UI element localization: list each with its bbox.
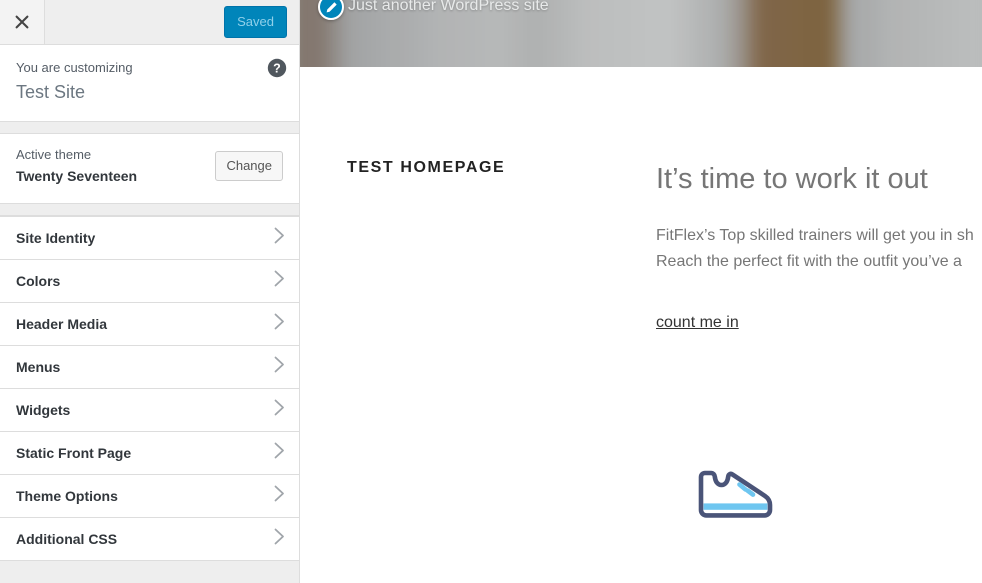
chevron-right-icon <box>274 485 285 507</box>
preview-panel-content: It’s time to work it out FitFlex’s Top s… <box>656 161 982 518</box>
customizer-section-list: Site Identity Colors Header Media Menus … <box>0 216 299 561</box>
save-button[interactable]: Saved <box>224 6 287 38</box>
preview-site-title: TEST HOMEPAGE <box>347 159 506 176</box>
sidebar-item-theme-options[interactable]: Theme Options <box>0 475 299 518</box>
customizing-site-name: Test Site <box>16 82 86 103</box>
sidebar-item-static-front-page[interactable]: Static Front Page <box>0 432 299 475</box>
customizer-screen: Saved You are customizing Test Site ? Ac… <box>0 0 982 583</box>
sidebar-item-widgets[interactable]: Widgets <box>0 389 299 432</box>
chevron-right-icon <box>274 528 285 550</box>
panel-heading: It’s time to work it out <box>656 163 928 195</box>
panel-paragraph-line-1: FitFlex’s Top skilled trainers will get … <box>656 226 974 244</box>
sidebar-item-label: Header Media <box>16 316 108 332</box>
sidebar-item-site-identity[interactable]: Site Identity <box>0 217 299 260</box>
chevron-right-icon <box>274 227 285 249</box>
sidebar-item-label: Site Identity <box>16 230 96 246</box>
chevron-right-icon <box>274 356 285 378</box>
panel-paragraph: FitFlex’s Top skilled trainers will get … <box>656 223 982 276</box>
panel-paragraph-line-2: Reach the perfect fit with the outfit yo… <box>656 253 962 271</box>
customizer-topbar: Saved <box>0 0 299 45</box>
sidebar-item-menus[interactable]: Menus <box>0 346 299 389</box>
count-me-in-link[interactable]: count me in <box>656 314 739 332</box>
preview-body: TEST HOMEPAGE It’s time to work it out F… <box>300 67 982 583</box>
site-preview-pane: Just another WordPress site TEST HOMEPAG… <box>300 0 982 583</box>
chevron-right-icon <box>274 442 285 464</box>
sidebar-item-colors[interactable]: Colors <box>0 260 299 303</box>
sidebar-item-additional-css[interactable]: Additional CSS <box>0 518 299 561</box>
customizer-sidebar: Saved You are customizing Test Site ? Ac… <box>0 0 300 583</box>
sidebar-item-label: Static Front Page <box>16 445 132 461</box>
customizing-info: You are customizing Test Site ? <box>0 45 299 122</box>
site-tagline: Just another WordPress site <box>348 0 549 14</box>
sneaker-shoe-icon <box>695 469 779 526</box>
customizing-eyebrow: You are customizing <box>16 60 133 75</box>
sidebar-item-label: Widgets <box>16 402 71 418</box>
change-theme-button[interactable]: Change <box>215 151 283 181</box>
sidebar-item-label: Colors <box>16 273 61 289</box>
sidebar-item-label: Additional CSS <box>16 531 118 547</box>
sidebar-spacer-band-2 <box>0 204 299 216</box>
active-theme-panel: Active theme Twenty Seventeen Change <box>0 134 299 204</box>
close-x-icon[interactable] <box>0 0 45 44</box>
chevron-right-icon <box>274 399 285 421</box>
sidebar-item-label: Theme Options <box>16 488 118 504</box>
sidebar-item-header-media[interactable]: Header Media <box>0 303 299 346</box>
svg-text:?: ? <box>273 62 281 76</box>
preview-header: Just another WordPress site <box>300 0 982 67</box>
help-question-icon[interactable]: ? <box>267 58 287 78</box>
chevron-right-icon <box>274 270 285 292</box>
sidebar-item-label: Menus <box>16 359 61 375</box>
sidebar-spacer-band <box>0 122 299 134</box>
chevron-right-icon <box>274 313 285 335</box>
